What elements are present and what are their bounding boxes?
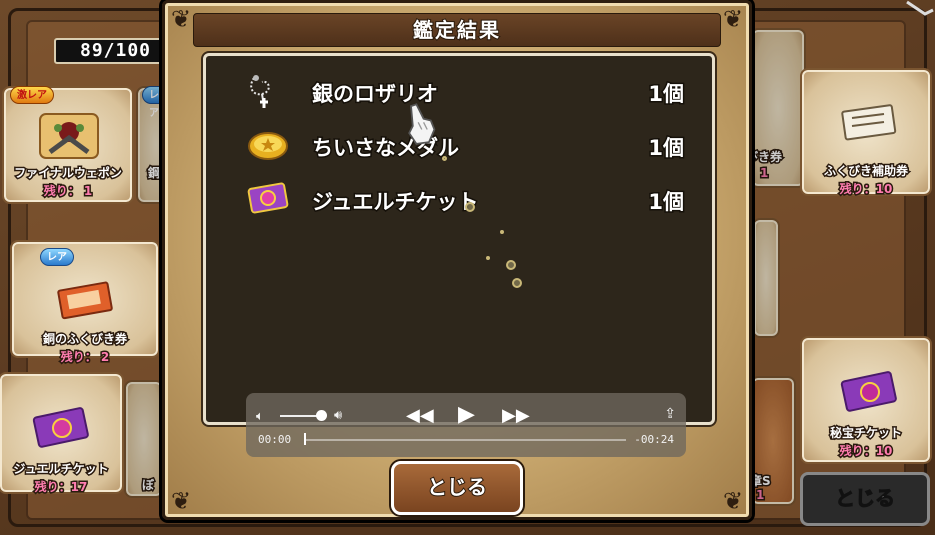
card-remaining: 残り：10 [838,443,894,460]
prize-card-medal-s[interactable]: 章S 1 [749,376,796,506]
prize-card-treasure-ticket[interactable]: 秘宝チケット 残り：10 [800,336,932,464]
result-item: ジュエルチケット 1個 [206,174,712,224]
fast-forward-icon[interactable]: ▶▶ [502,405,530,426]
ornament-icon: ❦ [722,5,744,33]
scrubber-head[interactable] [304,433,306,445]
card-name: ファイナルウェポン [13,165,124,182]
card-remaining: 残り： 2 [59,349,111,366]
dialog-title: 鑑定結果 [193,13,721,47]
treasure-ticket-icon [840,371,897,412]
sparkle-effect [465,202,475,212]
share-icon[interactable]: ⇪ [664,406,676,422]
final-weapon-icon [39,113,99,159]
rewind-icon[interactable]: ◀◀ [406,405,434,426]
card-remaining: 残り： 1 [42,183,94,200]
card-name: ぼ [141,477,156,494]
corner-tool-icon[interactable] [905,0,935,20]
volume-high-icon[interactable]: 🔊︎ [334,408,342,423]
item-quantity: 1個 [647,135,686,162]
item-quantity: 1個 [647,81,686,108]
ornament-icon: ❦ [170,487,192,515]
prize-card-jewel-ticket[interactable]: ジュエルチケット 残り：17 [0,372,124,496]
item-name: ジュエルチケット [311,189,481,216]
result-item: 銀のロザリオ 1個 [206,66,712,116]
jewel-ticket-icon [32,407,89,448]
prize-card-final-weapon[interactable]: 激レア ファイナルウェポン 残り： 1 [2,86,134,204]
prize-card-partial-right[interactable] [752,218,780,338]
sparkle-effect [486,256,490,260]
pointer-glove-icon [408,103,436,145]
card-name: ふくびき補助券 [822,163,909,180]
elapsed-time: 00:00 [258,433,292,446]
prize-card-lottery-ticket[interactable]: びき券 1 [745,28,806,188]
background-close-button[interactable]: とじる [800,472,930,526]
play-icon[interactable]: ▶ [458,402,475,427]
jewel-ticket-icon [247,182,289,214]
bronze-lottery-ticket-icon [57,281,113,320]
card-name: ジュエルチケット [12,461,110,478]
media-player: 🔈︎ 🔊︎ ◀◀ ▶ ▶▶ ⇪ 00:00 -00:24 [246,393,686,457]
remaining-time: -00:24 [634,433,674,446]
result-item: ちいさなメダル 1個 [206,120,712,170]
card-remaining: 1 [759,165,770,182]
card-remaining: 残り：17 [33,479,89,496]
draw-counter: 89/100 [54,38,164,64]
sparkle-effect [512,278,522,288]
medal-icon [248,132,288,160]
rosary-icon [250,75,270,108]
prize-card-helper-ticket[interactable]: ふくびき補助券 残り：10 [800,68,932,198]
sparkle-effect [506,260,516,270]
result-list: 銀のロザリオ 1個 ちいさなメダル 1個 ジュエルチケット 1個 [203,53,715,425]
card-remaining: 残り：10 [838,181,894,198]
close-button[interactable]: とじる [391,461,523,515]
volume-knob[interactable] [316,410,327,421]
ornament-icon: ❦ [170,5,192,33]
rare-badge: レア [40,248,74,266]
prize-card-partial[interactable]: ぼ [124,380,164,498]
prize-card-bronze-ticket[interactable]: レア 銅のふくびき券 残り： 2 [10,240,160,366]
card-name: 銅のふくびき券 [41,331,128,348]
ornament-icon: ❦ [722,487,744,515]
card-remaining: 1 [755,487,766,504]
card-name: びき券 [745,149,784,166]
helper-ticket-icon [841,104,897,141]
super-rare-badge: 激レア [10,86,54,104]
sparkle-effect [500,230,504,234]
playback-scrubber[interactable] [306,439,626,441]
item-quantity: 1個 [647,189,686,216]
volume-slider[interactable] [280,415,320,417]
sparkle-effect [442,156,447,161]
volume-low-icon[interactable]: 🔈︎ [256,409,264,424]
card-name: 秘宝チケット [828,425,903,442]
card-name: 章S [749,473,773,490]
